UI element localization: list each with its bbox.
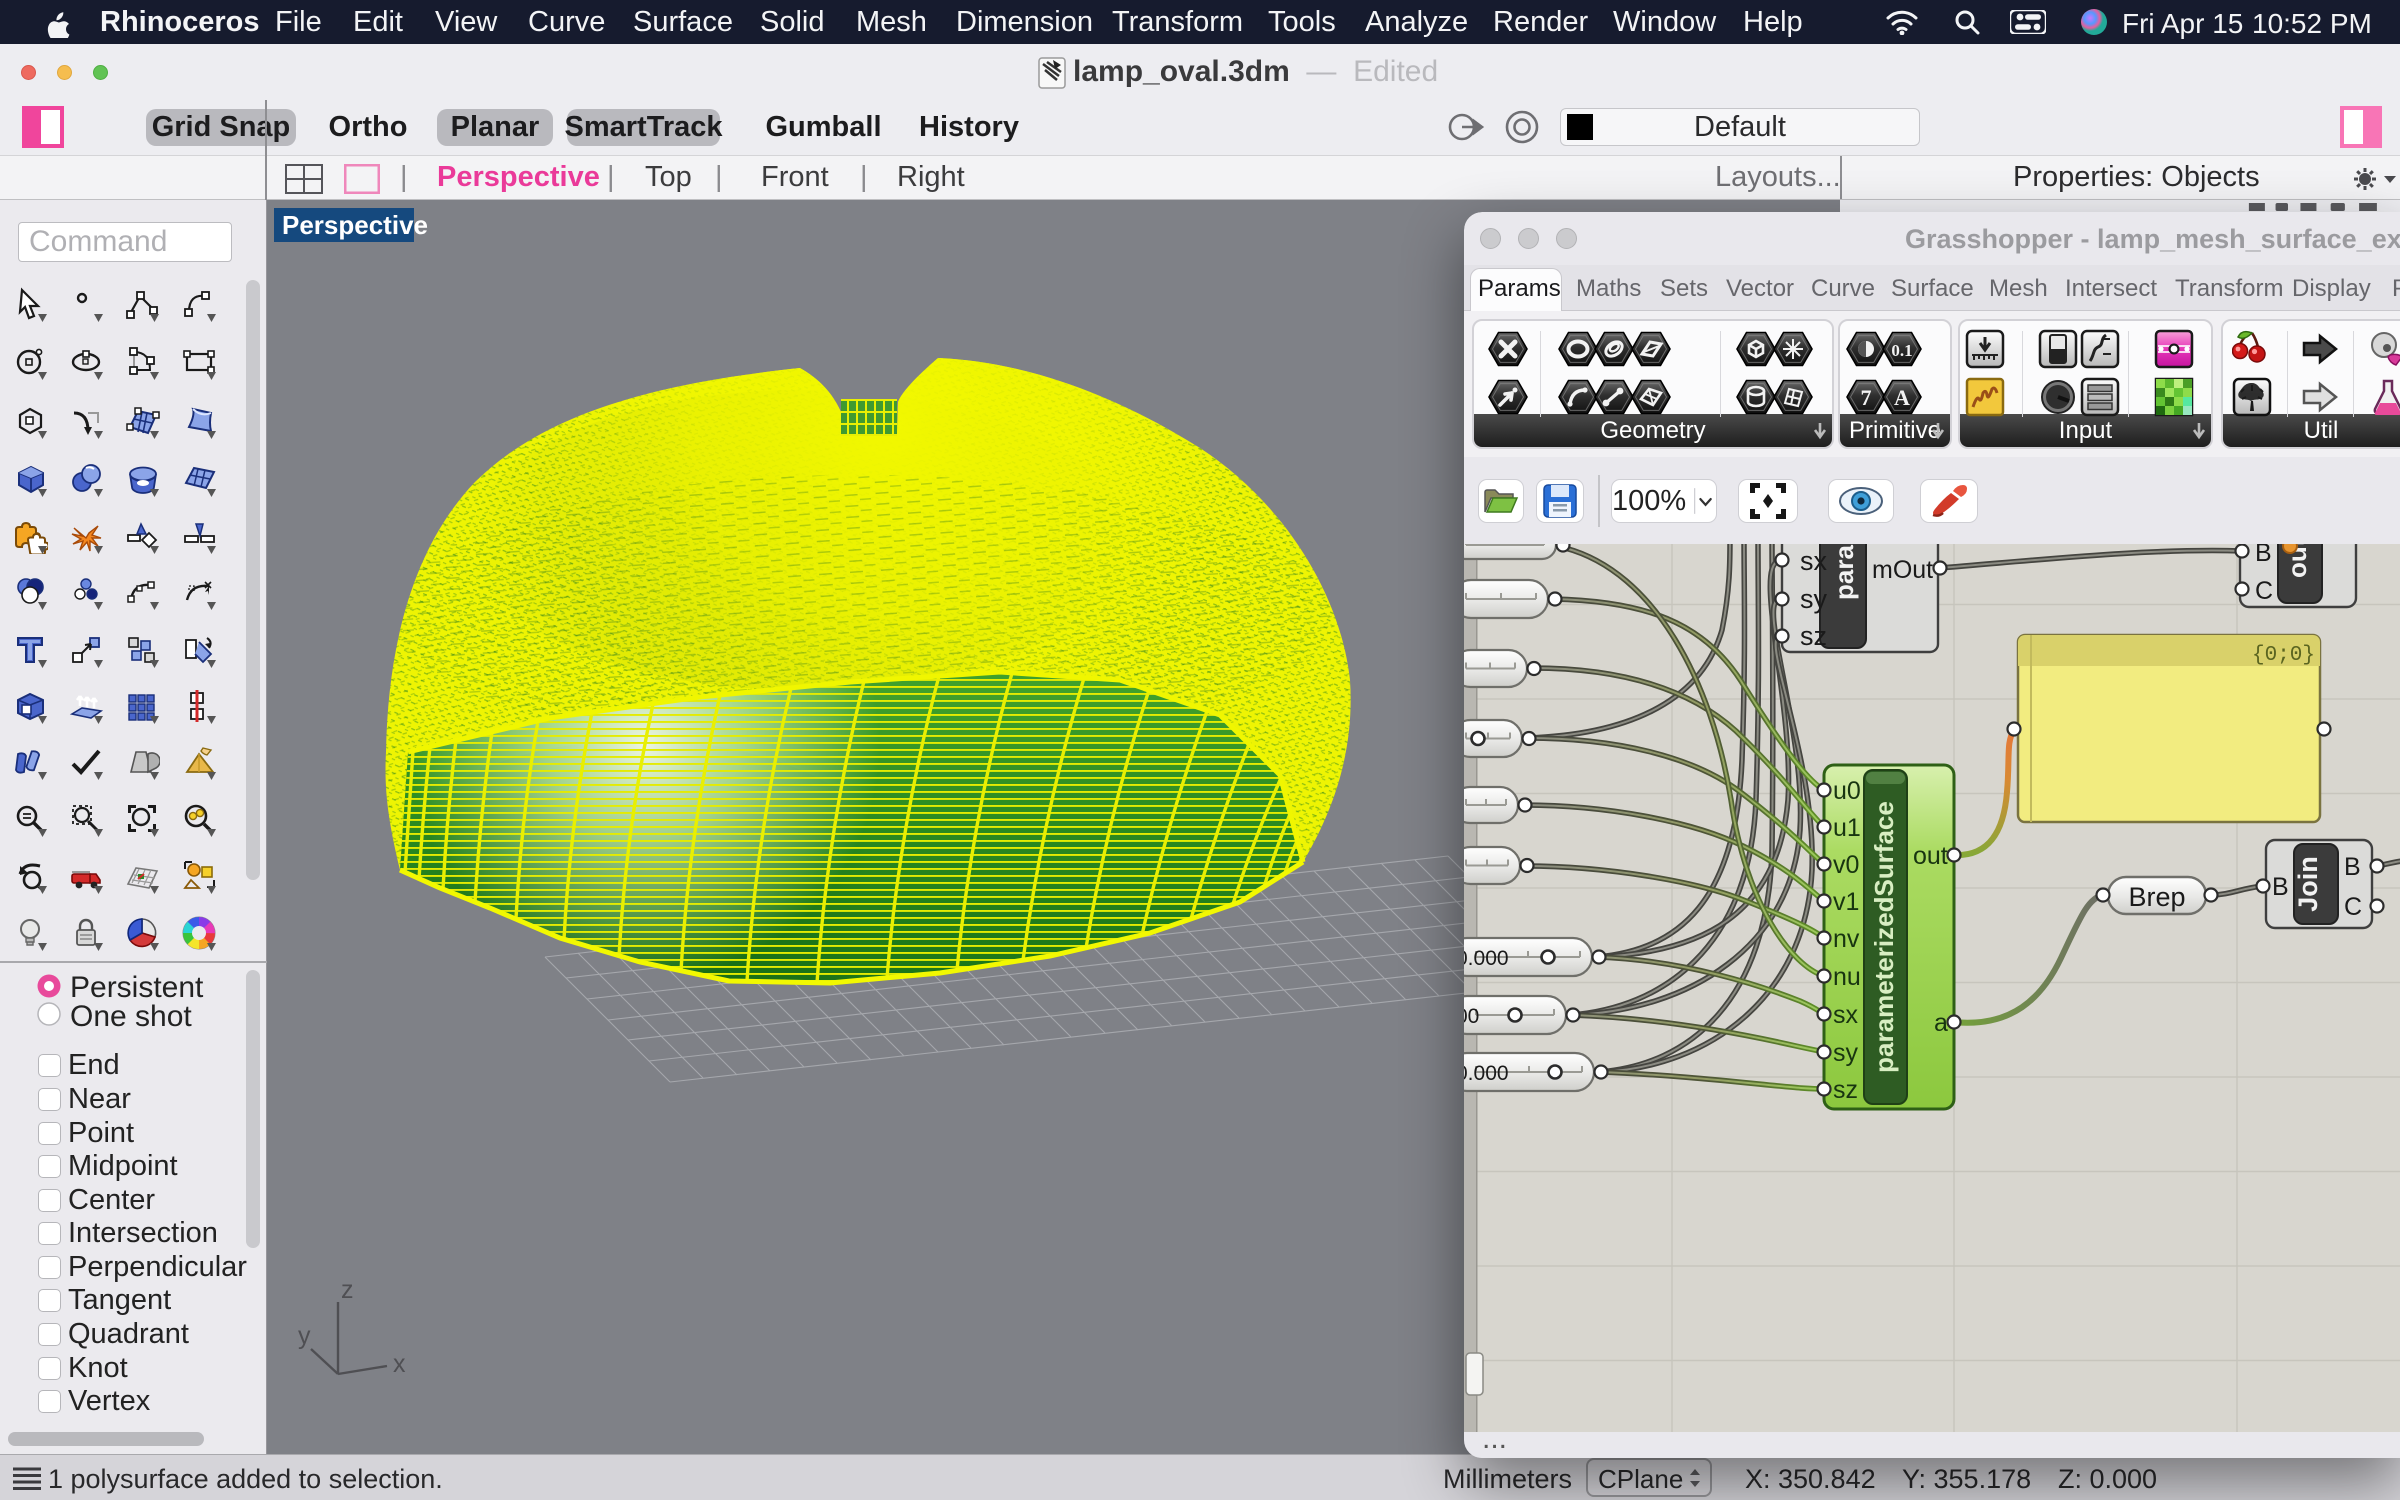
svg-text:sy: sy xyxy=(1833,1039,1859,1067)
svg-text:sy: sy xyxy=(1800,584,1828,614)
svg-text:0.1: 0.1 xyxy=(1891,341,1912,360)
svg-text:x: x xyxy=(393,1350,406,1378)
svg-text:Join: Join xyxy=(2293,856,2323,912)
svg-text:B: B xyxy=(2255,544,2272,567)
svg-text:u0: u0 xyxy=(1833,777,1861,805)
svg-text:out: out xyxy=(1913,842,1948,870)
svg-text:sx: sx xyxy=(1833,1001,1859,1029)
svg-text:B: B xyxy=(2344,853,2361,881)
svg-text:v1: v1 xyxy=(1833,888,1859,916)
svg-text:sx: sx xyxy=(1800,546,1828,576)
svg-text:7: 7 xyxy=(1861,385,1872,410)
svg-text:nv: nv xyxy=(1833,925,1860,953)
svg-text:sz: sz xyxy=(1800,621,1827,651)
svg-text:para: para xyxy=(1829,545,1859,600)
svg-text:z: z xyxy=(341,1276,354,1304)
svg-text:A: A xyxy=(1894,385,1910,410)
svg-text:B: B xyxy=(2272,873,2289,901)
svg-text:u1: u1 xyxy=(1833,814,1861,842)
svg-text:sz: sz xyxy=(1833,1076,1858,1104)
svg-text:v0: v0 xyxy=(1833,851,1859,879)
svg-text:0.000: 0.000 xyxy=(1464,1062,1509,1085)
svg-text:a: a xyxy=(1934,1009,1948,1037)
svg-text:C: C xyxy=(2255,577,2273,605)
svg-text:C: C xyxy=(2344,893,2362,921)
svg-text:Brep: Brep xyxy=(2128,882,2185,912)
svg-text:00: 00 xyxy=(1464,1005,1479,1028)
svg-text:nu: nu xyxy=(1833,963,1861,991)
svg-text:y: y xyxy=(298,1322,311,1350)
svg-text:parameterizedSurface: parameterizedSurface xyxy=(1869,801,1899,1073)
svg-text:Perspective: Perspective xyxy=(282,210,428,240)
svg-text:mOut: mOut xyxy=(1872,556,1933,584)
svg-text:{0;0}: {0;0} xyxy=(2252,644,2315,667)
svg-text:0.000: 0.000 xyxy=(1464,947,1509,970)
